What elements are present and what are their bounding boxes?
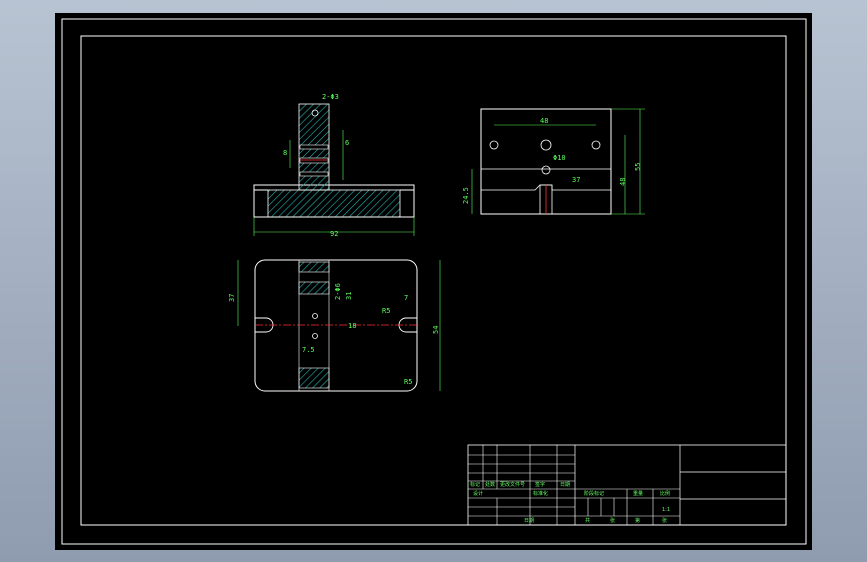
tb-label-mark: 标记 (470, 481, 480, 488)
tb-label-stage: 阶段标记 (584, 490, 604, 497)
tb-label-weight: 重量 (633, 490, 643, 497)
top-right-height-dim: 54 (432, 326, 440, 334)
tb-label-sheet: 张 (662, 517, 667, 524)
tb-label-standard: 标准化 (533, 490, 548, 497)
tb-label-total: 共 (585, 517, 590, 524)
tb-label-sheets: 张 (610, 517, 615, 524)
side-view: 48 Φ10 55 48 37 24.5 (462, 108, 645, 215)
front-slot-left-dim: 8 (283, 149, 287, 157)
tb-label-date: 日期 (560, 482, 570, 488)
top-slot-top-dim: 2-Φ6 (334, 283, 342, 300)
side-height-mid-dim: 48 (619, 178, 627, 186)
top-small-gap-dim: 7.5 (302, 346, 315, 354)
front-slot-3 (299, 171, 329, 177)
front-view: 92 2-Φ3 6 8 (253, 93, 415, 238)
side-base-height-dim: 24.5 (462, 187, 470, 204)
tb-label-design: 设计 (473, 490, 483, 497)
front-base-section (267, 189, 401, 218)
top-center-offset-dim: 18 (348, 322, 356, 330)
side-depth-dim: 37 (572, 176, 580, 184)
top-outline (254, 259, 418, 392)
tb-scale-value: 1:1 (662, 507, 670, 513)
front-top-hole-dim: 2-Φ3 (322, 93, 339, 101)
tb-label-scale: 比例 (660, 490, 670, 497)
side-hole-spacing-dim: 48 (540, 117, 548, 125)
side-height-total-dim: 55 (634, 163, 642, 171)
tb-label-sign: 签字 (535, 481, 545, 488)
side-pin-hole (541, 165, 551, 175)
top-rad-left-dim: R5 (382, 307, 390, 315)
tb-label-count: 处数 (485, 481, 495, 488)
front-width-dim: 92 (330, 230, 338, 238)
front-slot-1 (299, 144, 329, 150)
cad-drawing-canvas: 92 2-Φ3 6 8 48 Φ10 55 48 37 24.5 37 54 2… (61, 18, 807, 545)
title-block: 标记 处数 更改文件号 签字 日期 设计 标准化 日期 阶段标记 重量 比例 1… (467, 444, 787, 526)
top-notch-dim: 7 (404, 294, 408, 302)
top-slot-mid-dim: 31 (345, 292, 353, 300)
front-slot-2 (299, 157, 329, 164)
top-left-height-dim: 37 (228, 294, 236, 302)
side-hole-center (540, 139, 552, 151)
side-hole-left (489, 140, 499, 150)
top-view: 37 54 2-Φ6 31 18 7 R5 7.5 R5 (228, 259, 441, 392)
side-hole-dia-dim: Φ10 (553, 154, 566, 162)
tb-label-change-doc: 更改文件号 (500, 481, 525, 488)
front-slot-right-dim: 6 (345, 139, 349, 147)
side-hole-right (591, 140, 601, 150)
tb-label-approval-date: 日期 (524, 518, 534, 524)
top-corner-dim: R5 (404, 378, 412, 386)
tb-label-number: 第 (635, 517, 640, 524)
outer-border (61, 18, 807, 545)
